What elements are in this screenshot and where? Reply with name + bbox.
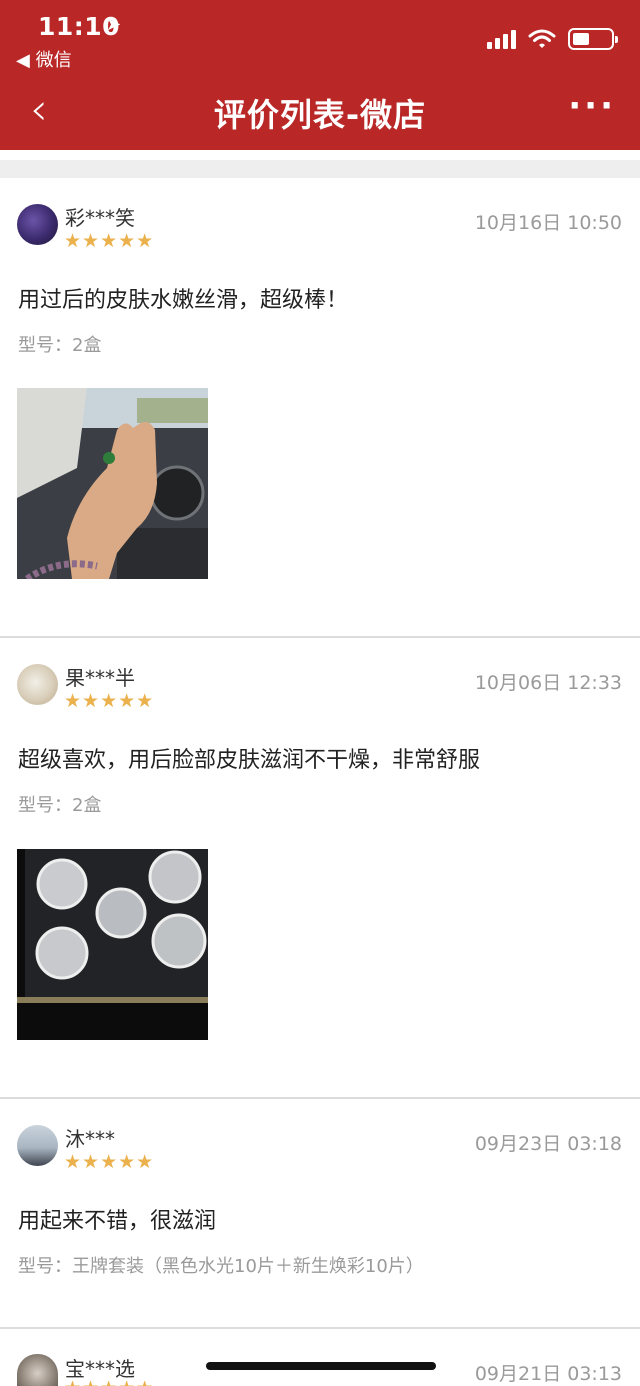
rating-stars: ★★★★★ [64, 1151, 155, 1173]
app-header: 11:10 ➤ ◀ 微信 ‹ 评价列表-微店 ··· [0, 0, 640, 150]
avatar [17, 1125, 58, 1166]
rating-stars-clip: ★★★★★ [64, 1381, 154, 1386]
review-date: 10月16日 10:50 [474, 212, 622, 234]
review-divider [0, 1327, 640, 1329]
wifi-icon [528, 29, 556, 48]
location-arrow-icon: ➤ [106, 14, 122, 35]
reviewer-name: 彩***笑 [65, 206, 135, 230]
review-divider [0, 636, 640, 638]
status-icons [487, 26, 618, 52]
back-to-app-link[interactable]: ◀ 微信 [16, 46, 72, 72]
signal-icon [487, 29, 516, 49]
reviewer-name: 沐*** [65, 1127, 115, 1151]
section-gap [0, 160, 640, 178]
review-spec: 型号：王牌套装（黑色水光10片＋新生焕彩10片） [18, 1256, 424, 1277]
review-date: 09月23日 03:18 [474, 1133, 622, 1155]
battery-icon [568, 28, 618, 50]
review-photo[interactable] [17, 849, 208, 1040]
more-options-button[interactable]: ··· [568, 86, 616, 126]
reviewer-name: 果***半 [65, 666, 135, 690]
review-divider [0, 1097, 640, 1099]
avatar [17, 1354, 58, 1386]
review-text: 用起来不错，很滋润 [18, 1209, 217, 1234]
review-photo[interactable] [17, 388, 208, 579]
reviewer-name: 宝***选 [65, 1357, 135, 1381]
page-title: 评价列表-微店 [213, 96, 427, 134]
review-spec: 型号：2盒 [18, 795, 102, 816]
home-indicator[interactable] [206, 1362, 436, 1370]
review-text: 超级喜欢，用后脸部皮肤滋润不干燥，非常舒服 [18, 748, 481, 773]
review-spec: 型号：2盒 [18, 335, 102, 356]
avatar [17, 204, 58, 245]
product-photo-image [17, 849, 208, 1040]
rating-stars: ★★★★★ [64, 230, 155, 252]
hand-photo-image [17, 388, 208, 579]
avatar [17, 664, 58, 705]
review-date: 10月06日 12:33 [474, 672, 622, 694]
review-date: 09月21日 03:13 [474, 1363, 622, 1385]
rating-stars: ★★★★★ [64, 690, 155, 712]
rating-stars: ★★★★★ [64, 1381, 154, 1386]
review-text: 用过后的皮肤水嫩丝滑，超级棒！ [18, 288, 349, 313]
